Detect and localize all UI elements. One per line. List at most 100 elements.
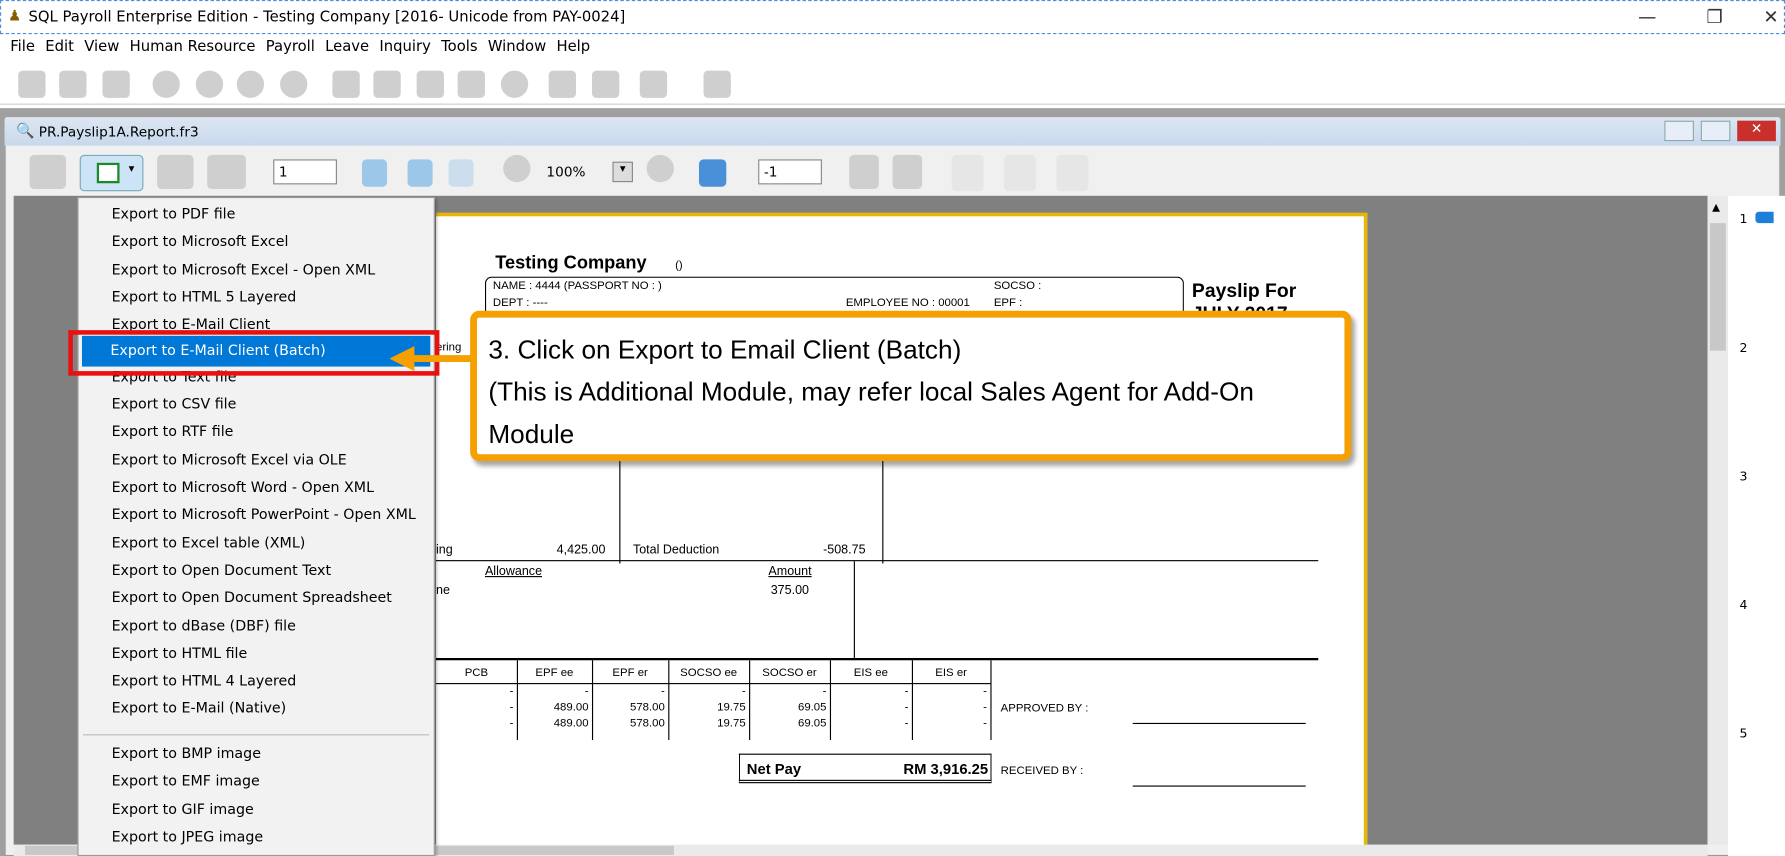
menu-help[interactable]: Help bbox=[556, 39, 590, 56]
child-minimize-button[interactable] bbox=[1664, 120, 1694, 142]
company-name: Testing Company bbox=[495, 253, 647, 274]
export-menu-item[interactable]: Export to PDF file bbox=[112, 205, 236, 222]
employee-no: EMPLOYEE NO : 00001 bbox=[845, 297, 970, 310]
prev-record-icon[interactable] bbox=[195, 70, 224, 98]
page-setup-icon[interactable] bbox=[849, 154, 879, 189]
report-icon: 🔍 bbox=[15, 122, 35, 141]
edit-icon[interactable] bbox=[373, 70, 401, 98]
page-thumbnail-number[interactable]: 2 bbox=[1739, 340, 1747, 355]
export-dropdown-menu: Export to PDF file Export to Microsoft Ex… bbox=[77, 196, 435, 856]
new-page-icon[interactable] bbox=[951, 154, 984, 192]
export-menu-item[interactable]: Export to E-Mail (Native) bbox=[112, 699, 287, 716]
last-record-icon[interactable] bbox=[280, 70, 308, 98]
export-menu-item[interactable]: Export to HTML 5 Layered bbox=[112, 288, 297, 305]
page-thumbnail-number[interactable]: 5 bbox=[1739, 726, 1747, 741]
menu-tools[interactable]: Tools bbox=[441, 39, 477, 56]
minimize-button[interactable]: — bbox=[1638, 6, 1656, 28]
export-menu-item[interactable]: Export to Microsoft PowerPoint - Open XM… bbox=[112, 506, 416, 523]
export-menu-item[interactable]: Export to GIF image bbox=[112, 800, 254, 817]
export-menu-item[interactable]: Export to Open Document Text bbox=[112, 561, 331, 578]
next-record-icon[interactable] bbox=[236, 70, 265, 98]
zoom-in-icon[interactable] bbox=[503, 154, 531, 183]
export-menu-item[interactable]: Export to JPEG image bbox=[112, 827, 264, 844]
app-title-bar: ♟ SQL Payroll Enterprise Edition - Testi… bbox=[0, 0, 1785, 35]
outline-level-input[interactable]: -1 bbox=[758, 159, 822, 185]
child-restore-button[interactable] bbox=[1700, 120, 1731, 142]
contrib-cell: 69.05 bbox=[797, 717, 827, 730]
menu-window[interactable]: Window bbox=[488, 39, 546, 56]
edit-page-icon[interactable] bbox=[1056, 154, 1089, 192]
contrib-cell: 19.75 bbox=[717, 717, 746, 730]
zoom-out-icon[interactable] bbox=[646, 154, 674, 183]
copy-icon[interactable] bbox=[59, 70, 87, 98]
zoom-level[interactable]: 100% bbox=[546, 164, 585, 180]
menu-payroll[interactable]: Payroll bbox=[266, 39, 315, 56]
fullscreen-icon[interactable] bbox=[698, 159, 727, 187]
export-menu-item[interactable]: Export to Microsoft Word - Open XML bbox=[112, 478, 374, 495]
export-menu-item[interactable]: Export to CSV file bbox=[112, 395, 237, 412]
export-menu-item[interactable]: Export to dBase (DBF) file bbox=[112, 616, 296, 633]
export-menu-item[interactable]: Export to HTML 4 Layered bbox=[112, 672, 297, 689]
export-menu-item[interactable]: Export to BMP image bbox=[112, 745, 261, 762]
delete-page-icon[interactable] bbox=[1004, 154, 1036, 192]
menu-file[interactable]: File bbox=[10, 39, 35, 56]
paste-icon[interactable] bbox=[102, 70, 130, 98]
print-report-icon[interactable] bbox=[29, 154, 67, 189]
total-earning: 4,425.00 bbox=[556, 543, 606, 557]
contrib-cell: - bbox=[661, 685, 665, 698]
vertical-scrollbar[interactable]: ▲ bbox=[1707, 195, 1729, 845]
payslip-page: Testing Company () NAME : 4444 (PASSPORT… bbox=[436, 212, 1368, 856]
export-menu-item[interactable]: Export to RTF file bbox=[112, 423, 234, 440]
close-button[interactable]: ✕ bbox=[1763, 6, 1778, 28]
find-icon[interactable] bbox=[548, 70, 577, 98]
cancel-icon[interactable] bbox=[500, 70, 529, 98]
page-icon[interactable] bbox=[448, 159, 474, 187]
total-deduction-label: Total Deduction bbox=[632, 543, 720, 557]
allowance-amount: 375.00 bbox=[770, 583, 810, 598]
employee-name: NAME : 4444 (PASSPORT NO : ) bbox=[492, 280, 662, 293]
menu-view[interactable]: View bbox=[84, 39, 119, 56]
page-number-value: 1 bbox=[278, 163, 288, 180]
whole-page-icon[interactable] bbox=[407, 159, 433, 187]
zoom-dropdown[interactable]: ▾ bbox=[612, 161, 633, 183]
export-button[interactable]: ▾ bbox=[79, 154, 144, 192]
export-menu-item[interactable]: Export to Microsoft Excel via OLE bbox=[112, 450, 347, 467]
find-text-icon[interactable] bbox=[207, 154, 246, 189]
refresh-icon[interactable] bbox=[591, 70, 620, 98]
contrib-cell: 578.00 bbox=[629, 701, 665, 714]
contrib-cell: - bbox=[983, 701, 987, 714]
child-close-button[interactable]: ✕ bbox=[1737, 120, 1776, 142]
net-pay-amount: RM 3,916.25 bbox=[903, 760, 989, 778]
export-menu-item[interactable]: Export to Microsoft Excel bbox=[112, 233, 289, 250]
contrib-cell: 489.00 bbox=[553, 717, 589, 730]
page-thumbnail-number[interactable]: 1 bbox=[1739, 212, 1747, 227]
page-number-input[interactable]: 1 bbox=[273, 159, 337, 185]
new-icon[interactable] bbox=[332, 70, 360, 98]
export-menu-item[interactable]: Export to Microsoft Excel - Open XML bbox=[112, 260, 376, 277]
print-icon[interactable] bbox=[639, 70, 668, 98]
allowance-header: Allowance bbox=[484, 564, 543, 579]
vertical-scroll-thumb[interactable] bbox=[1709, 223, 1726, 351]
epf: EPF : bbox=[993, 297, 1023, 310]
export-menu-item[interactable]: Export to Open Document Spreadsheet bbox=[112, 589, 392, 606]
export-menu-item[interactable]: Export to EMF image bbox=[112, 772, 260, 789]
menu-leave[interactable]: Leave bbox=[325, 39, 369, 56]
menu-human-resource[interactable]: Human Resource bbox=[130, 39, 256, 56]
menu-edit[interactable]: Edit bbox=[45, 39, 74, 56]
page-width-icon[interactable] bbox=[362, 159, 388, 187]
export-menu-item[interactable]: Export to Excel table (XML) bbox=[112, 533, 306, 550]
menu-inquiry[interactable]: Inquiry bbox=[379, 39, 430, 56]
save-icon[interactable] bbox=[457, 70, 485, 98]
first-record-icon[interactable] bbox=[152, 70, 180, 98]
cut-icon[interactable] bbox=[18, 70, 46, 98]
contrib-cell: - bbox=[904, 717, 909, 730]
footprint-icon[interactable] bbox=[892, 154, 923, 189]
export-menu-item[interactable]: Export to HTML file bbox=[112, 644, 248, 661]
page-thumbnail-number[interactable]: 3 bbox=[1739, 469, 1747, 484]
outline-icon[interactable] bbox=[157, 154, 194, 189]
contrib-cell: - bbox=[904, 701, 909, 714]
page-thumbnail-number[interactable]: 4 bbox=[1739, 598, 1747, 613]
restore-button[interactable]: ❐ bbox=[1706, 6, 1722, 28]
print-preview-icon[interactable] bbox=[703, 70, 731, 98]
delete-icon[interactable] bbox=[416, 70, 444, 98]
